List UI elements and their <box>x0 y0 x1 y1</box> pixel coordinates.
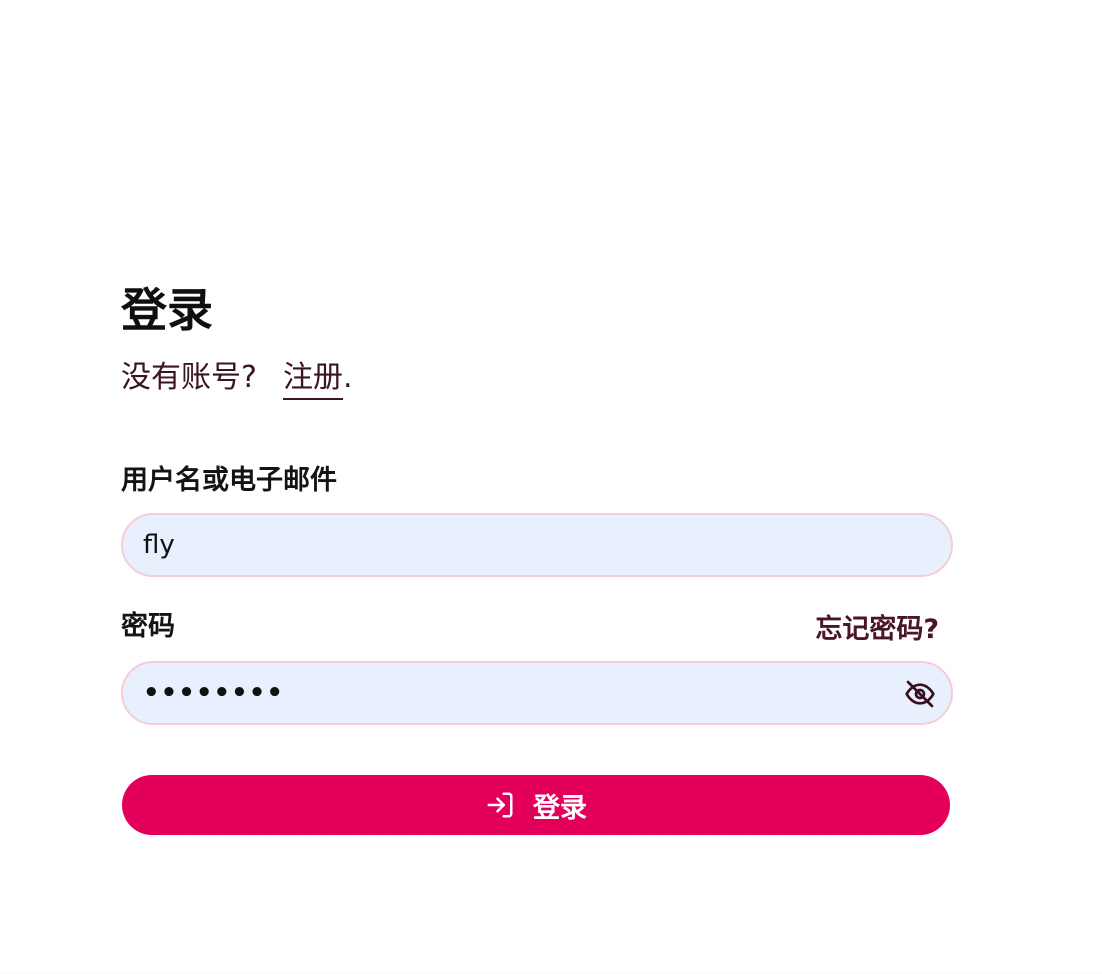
no-account-text: 没有账号? <box>121 360 257 395</box>
eye-off-icon[interactable] <box>903 677 937 711</box>
username-input[interactable] <box>143 530 931 560</box>
password-label-row: 密码 忘记密码? <box>121 607 953 646</box>
username-label: 用户名或电子邮件 <box>121 465 337 496</box>
login-page: 登录 没有账号? 注册 . 用户名或电子邮件 密码 忘记密码? <box>0 0 1102 974</box>
signup-suffix: . <box>342 360 353 395</box>
login-submit-label: 登录 <box>533 792 587 824</box>
login-submit-button[interactable]: 登录 <box>122 775 950 835</box>
password-field-wrapper <box>121 661 953 725</box>
page-title: 登录 <box>121 283 213 337</box>
signup-prompt: 没有账号? 注册 . <box>121 358 953 400</box>
signup-link[interactable]: 注册 <box>282 358 343 400</box>
login-arrow-icon <box>485 790 515 820</box>
password-input[interactable] <box>143 678 931 708</box>
username-field-wrapper <box>121 513 953 577</box>
forgot-password-link[interactable]: 忘记密码? <box>815 607 939 646</box>
password-label: 密码 <box>121 610 175 642</box>
login-form: 登录 没有账号? 注册 . 用户名或电子邮件 密码 忘记密码? <box>121 282 953 835</box>
username-label-row: 用户名或电子邮件 <box>121 464 953 498</box>
